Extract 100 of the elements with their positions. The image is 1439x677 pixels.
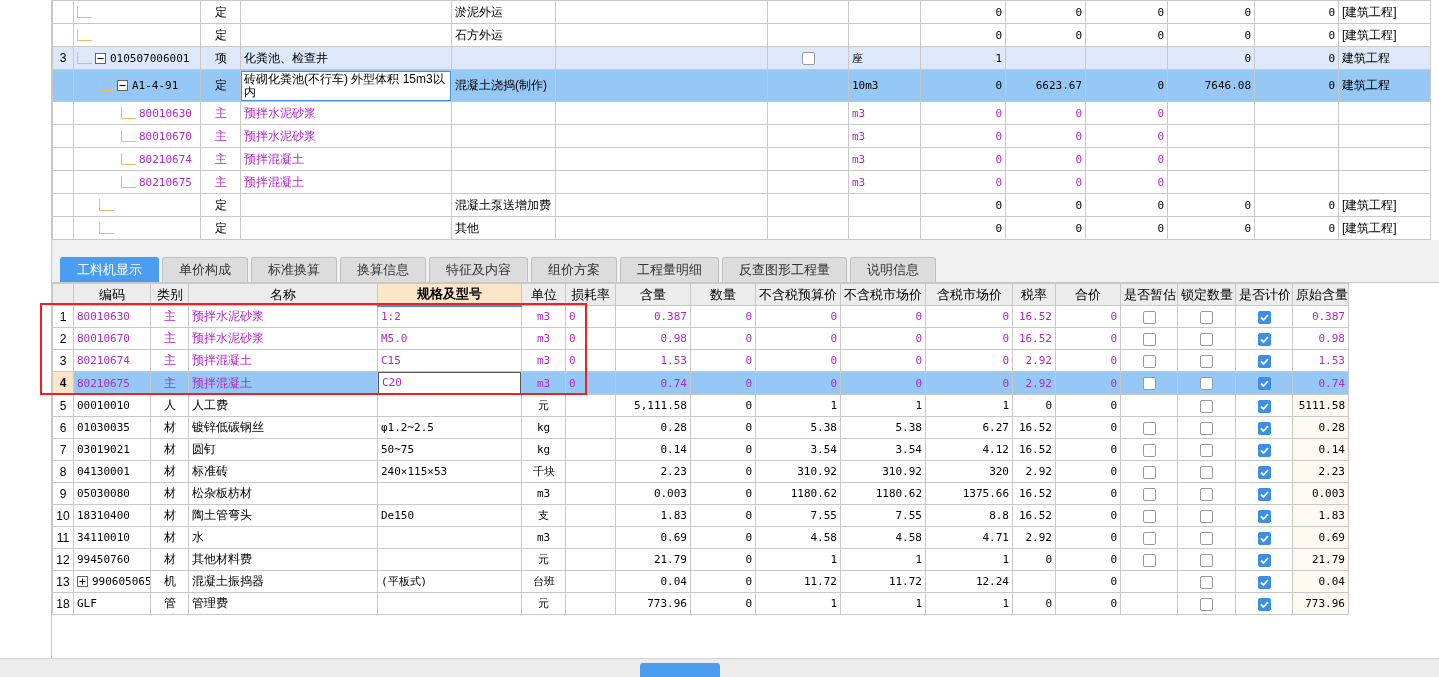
checkbox[interactable] <box>1142 443 1156 457</box>
checkbox[interactable] <box>1257 377 1271 391</box>
collapse-icon[interactable] <box>117 80 128 91</box>
column-header[interactable]: 数量 <box>690 283 756 306</box>
type-cell: 主 <box>200 170 241 194</box>
checkbox[interactable] <box>1142 421 1156 435</box>
value-cell: 0 <box>995 5 1002 19</box>
column-header[interactable]: 锁定数量 <box>1177 283 1236 306</box>
code-text: GLF <box>77 597 97 610</box>
spec-text: M5.0 <box>381 332 408 345</box>
column-header[interactable]: 合价 <box>1055 283 1121 306</box>
checkbox[interactable] <box>1200 443 1213 457</box>
column-header[interactable]: 含税市场价 <box>925 283 1013 306</box>
number-text: 0.14 <box>1318 443 1345 456</box>
spec-field[interactable]: C20 <box>378 372 521 394</box>
checkbox[interactable] <box>1142 553 1156 567</box>
checkbox[interactable] <box>1257 487 1271 501</box>
tab[interactable]: 特征及内容 <box>429 257 528 282</box>
number-text: 1180.62 <box>790 487 837 500</box>
checkbox[interactable] <box>1200 377 1213 391</box>
checkbox[interactable] <box>1257 575 1271 589</box>
checkbox[interactable] <box>1200 332 1213 346</box>
value-cell: 0 <box>1328 51 1335 65</box>
number-text: 0 <box>1110 332 1117 345</box>
tab[interactable]: 说明信息 <box>850 257 936 282</box>
name-text: 陶土管弯头 <box>192 508 252 522</box>
unit-cell: m3 <box>852 152 866 166</box>
unit-text: 台班 <box>532 575 555 588</box>
checkbox[interactable] <box>1142 531 1156 545</box>
column-header[interactable]: 是否计价 <box>1235 283 1293 306</box>
checkbox[interactable] <box>1200 531 1213 545</box>
checkbox[interactable] <box>1200 465 1213 479</box>
checkbox[interactable] <box>1200 487 1213 501</box>
name-text: 管理费 <box>192 596 228 610</box>
row-number-cell: 18 <box>52 592 74 615</box>
checkbox[interactable] <box>801 52 815 66</box>
checkbox[interactable] <box>1257 597 1271 611</box>
checkbox[interactable] <box>1257 531 1271 545</box>
collapse-icon[interactable] <box>95 52 106 64</box>
checkbox[interactable] <box>1257 465 1271 479</box>
checkbox[interactable] <box>1257 310 1271 324</box>
checkbox[interactable] <box>1200 509 1213 523</box>
checkbox[interactable] <box>1142 487 1156 501</box>
name-field[interactable]: 砖砌化粪池(不行车) 外型体积 15m3以内 <box>241 70 451 101</box>
checkbox[interactable] <box>1257 332 1271 346</box>
spec-text: φ1.2~2.5 <box>381 421 434 434</box>
checkbox[interactable] <box>1142 310 1156 324</box>
type-text: 材 <box>163 552 176 566</box>
column-header[interactable]: 含量 <box>615 283 691 306</box>
column-header[interactable]: 是否暂估 <box>1120 283 1178 306</box>
column-header[interactable]: 原始含量 <box>1292 283 1349 306</box>
code-text: 80010670 <box>77 332 130 345</box>
number-text: 0 <box>1110 597 1117 610</box>
tab[interactable]: 单价构成 <box>162 257 248 282</box>
column-header[interactable]: 规格及型号 <box>377 283 522 306</box>
checkbox[interactable] <box>1142 354 1156 368</box>
value-cell: 1 <box>995 51 1002 65</box>
checkbox[interactable] <box>1257 553 1271 567</box>
column-header[interactable]: 不含税市场价 <box>840 283 926 306</box>
content-cell: 其他 <box>455 220 479 235</box>
value-cell: 0 <box>1328 5 1335 19</box>
tab[interactable]: 反查图形工程量 <box>722 257 847 282</box>
number-text: 0 <box>1045 597 1052 610</box>
column-header[interactable]: 税率 <box>1012 283 1056 306</box>
checkbox[interactable] <box>1257 421 1271 435</box>
checkbox[interactable] <box>1200 421 1213 435</box>
number-text: 1 <box>1002 553 1009 566</box>
tab[interactable]: 标准换算 <box>251 257 337 282</box>
column-header[interactable]: 不含税预算价 <box>755 283 841 306</box>
value-cell: 0 <box>1328 221 1335 235</box>
number-text: 16.52 <box>1018 310 1052 323</box>
checkbox[interactable] <box>1257 443 1271 457</box>
column-header[interactable]: 名称 <box>188 283 378 306</box>
value-cell: 0 <box>1157 221 1164 235</box>
checkbox[interactable] <box>1200 553 1213 567</box>
checkbox[interactable] <box>1200 575 1213 589</box>
checkbox[interactable] <box>1200 597 1213 611</box>
tab[interactable]: 工程量明细 <box>620 257 719 282</box>
checkbox[interactable] <box>1142 377 1156 391</box>
code-text: A1-4-91 <box>132 79 179 92</box>
checkbox[interactable] <box>1142 332 1156 346</box>
tab[interactable]: 组价方案 <box>531 257 617 282</box>
checkbox[interactable] <box>1257 509 1271 523</box>
expand-icon[interactable] <box>77 576 88 587</box>
checkbox[interactable] <box>1142 509 1156 523</box>
checkbox[interactable] <box>1257 354 1271 368</box>
spec-text: 50~75 <box>381 443 415 456</box>
checkbox[interactable] <box>1200 310 1213 324</box>
value-cell: 0 <box>1075 198 1082 212</box>
type-text: 材 <box>163 442 176 456</box>
checkbox[interactable] <box>1200 354 1213 368</box>
column-header[interactable]: 损耗率 <box>565 283 616 306</box>
code-text: 18310400 <box>77 509 130 522</box>
tab[interactable]: 换算信息 <box>340 257 426 282</box>
number-text: 8.8 <box>989 509 1009 522</box>
checkbox[interactable] <box>1142 465 1156 479</box>
code-text: 80010630 <box>139 106 192 120</box>
checkbox[interactable] <box>1257 399 1271 413</box>
category-cell: [建筑工程] <box>1342 27 1397 42</box>
checkbox[interactable] <box>1200 399 1213 413</box>
